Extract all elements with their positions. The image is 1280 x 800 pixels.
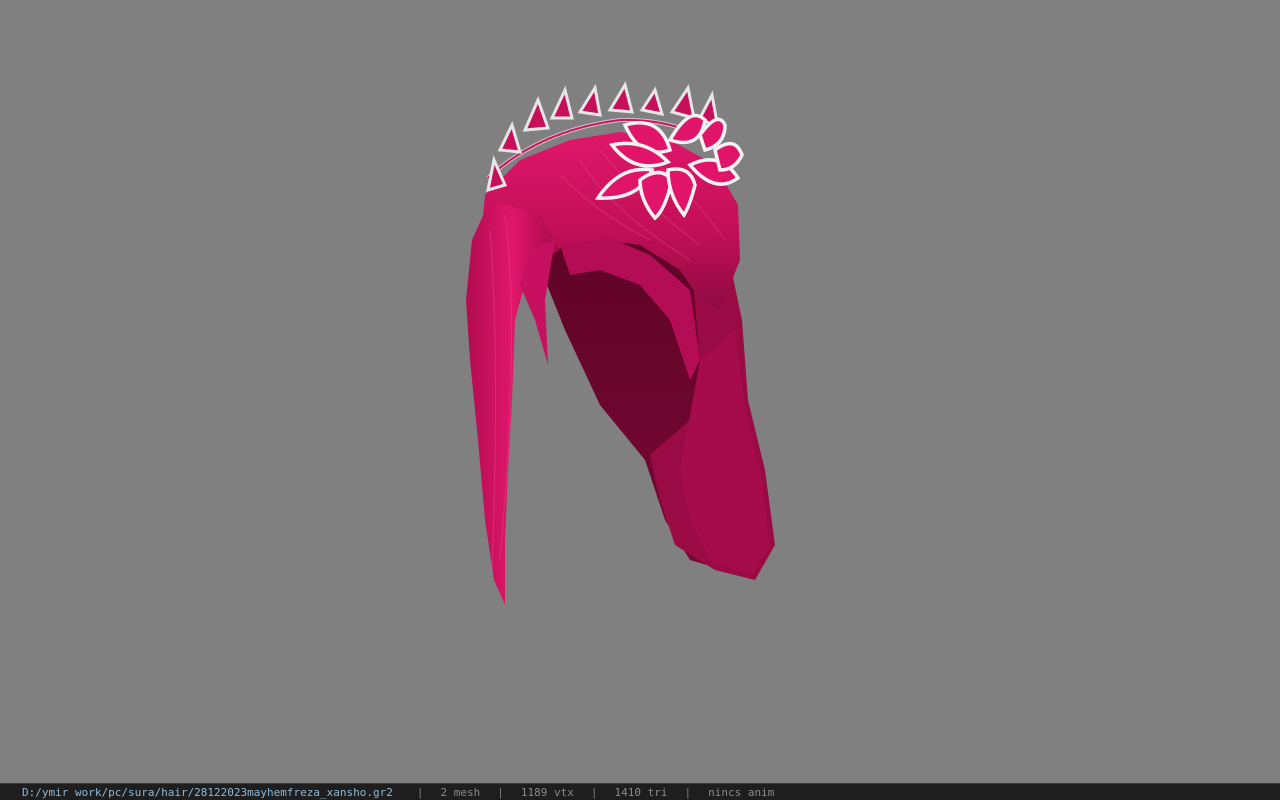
file-path-label: D:/ymir work/pc/sura/hair/28122023mayhem… bbox=[22, 785, 393, 799]
status-separator: | bbox=[416, 785, 424, 799]
status-bar: D:/ymir work/pc/sura/hair/28122023mayhem… bbox=[0, 783, 1280, 800]
vertex-count-label: 1189 vtx bbox=[520, 785, 574, 799]
status-separator: | bbox=[684, 785, 692, 799]
animation-status-label: nincs anim bbox=[708, 785, 775, 799]
status-separator: | bbox=[497, 785, 504, 799]
triangle-count-label: 1410 tri bbox=[614, 785, 668, 799]
status-separator: | bbox=[590, 785, 598, 799]
mesh-count-label: 2 mesh bbox=[440, 785, 481, 799]
hair-model-render[interactable] bbox=[0, 0, 1280, 783]
3d-viewport[interactable] bbox=[0, 0, 1280, 783]
